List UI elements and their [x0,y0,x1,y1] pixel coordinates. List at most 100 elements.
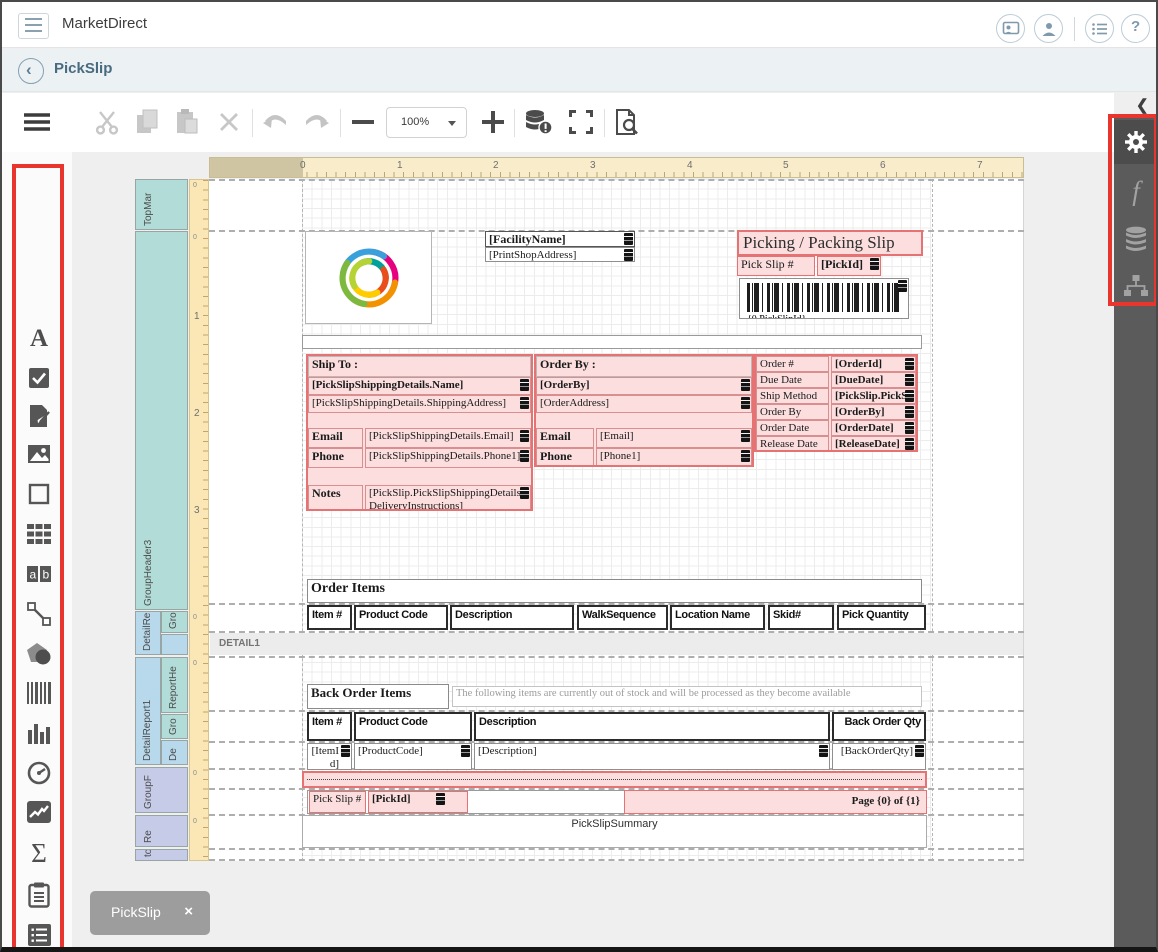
paste-icon [175,109,199,135]
band-report-footer[interactable]: Re [135,815,188,847]
pickslip-barcode[interactable]: {0.PickSlipId} [739,278,909,319]
order-info-value[interactable]: [OrderId] [831,356,916,372]
band-top-margin[interactable]: TopMar [135,179,188,230]
footer-pick-slip-label[interactable]: Pick Slip # [309,791,366,813]
ship-to-phone[interactable]: [PickSlipShippingDetails.Phone1] [365,448,531,468]
swirl-logo [323,234,415,322]
back-order-col[interactable]: Back Order Qty [832,712,926,741]
back-order-col[interactable]: Description [474,712,830,741]
account-button[interactable] [1034,14,1063,43]
close-icon[interactable]: × [184,903,193,920]
summary-label: PickSlipSummary [303,816,926,830]
back-order-title[interactable]: Back Order Items [307,684,449,709]
band-detail-sub1[interactable] [161,634,188,655]
ship-to-notes[interactable]: [PickSlip.PickSlipShippingDetails.Delive… [365,485,531,511]
app-menu-button[interactable] [18,13,49,39]
document-tab-pickslip[interactable]: PickSlip × [90,891,210,935]
band-detail-sub2[interactable]: De [161,740,188,765]
footer-page-number[interactable]: Page {0} of {1} [624,790,927,814]
help-button[interactable]: ? [1121,14,1150,43]
logo-picture-box[interactable] [305,231,432,324]
toolbar-divider [252,109,253,137]
band-group-footer[interactable]: GroupF [135,767,188,813]
page-title: PickSlip [54,60,112,77]
band-group-header3[interactable]: GroupHeader3 [135,231,188,610]
order-info-table[interactable]: Order # [OrderId] Due Date [DueDate] Shi… [754,354,918,452]
ship-to-name[interactable]: [PickSlipShippingDetails.Name] [308,377,531,395]
pick-slip-no-label[interactable]: Pick Slip # [737,256,815,276]
print-shop-address-field[interactable]: [PrintShopAddress] [485,247,635,262]
back-order-cell[interactable]: [BackOrderQty] [832,743,926,770]
order-items-col[interactable]: Pick Quantity [837,605,926,630]
zoom-out-button[interactable] [346,105,380,139]
order-items-col[interactable]: Product Code [354,605,448,630]
back-order-cell[interactable]: [ProductCode] [354,743,472,770]
band-detail-report[interactable]: DetailRe [135,611,161,655]
band-detail-report1[interactable]: DetailReport1 [135,657,161,765]
validate-data-button[interactable] [522,105,556,139]
ruler-mark: 1 [397,160,403,171]
toolbar-divider [604,109,605,137]
back-order-cell[interactable]: [Description] [474,743,830,770]
ruler-origin: 0 [193,818,197,825]
pick-id-field[interactable]: [PickId] [817,256,881,276]
order-info-value[interactable]: [PickSlip.PickSlipShippingDetails.ShipMe… [831,388,916,404]
order-items-col[interactable]: Description [450,605,574,630]
order-by-email[interactable]: [Email] [596,428,752,448]
order-items-col[interactable]: Skid# [768,605,834,630]
back-order-cell[interactable]: [ItemId] [307,743,352,770]
back-order-col[interactable]: Item # [307,712,352,741]
slip-title-label[interactable]: Picking / Packing Slip [737,230,923,256]
order-info-label: Release Date [756,436,829,452]
back-chevron-icon: ‹ [26,60,32,80]
order-by-email-label: Email [536,428,594,448]
back-order-note[interactable]: The following items are currently out of… [452,686,922,707]
field-binding-icon [905,374,914,386]
ship-to-email[interactable]: [PickSlipShippingDetails.Email] [365,428,531,448]
paste-button[interactable] [170,105,204,139]
order-info-value[interactable]: [OrderBy] [831,404,916,420]
back-order-col[interactable]: Product Code [354,712,472,741]
zoom-in-button[interactable] [476,105,510,139]
order-info-value[interactable]: [ReleaseDate] [831,436,916,452]
preview-button[interactable] [610,105,644,139]
redo-button[interactable] [300,105,334,139]
spacer-panel[interactable] [302,335,922,349]
order-items-title[interactable]: Order Items [307,579,922,603]
menu-list-button[interactable] [1085,14,1114,43]
screen-share-button[interactable] [996,14,1025,43]
ship-to-address[interactable]: [PickSlipShippingDetails.ShippingAddress… [308,395,531,413]
ship-to-table[interactable]: Ship To : [PickSlipShippingDetails.Name]… [306,354,533,511]
copy-button[interactable] [130,105,164,139]
footer-separator-bar[interactable] [302,771,927,788]
detail1-band-bar[interactable]: DETAIL1 [210,633,1023,655]
band-group-sub2[interactable]: Gro [161,714,188,739]
collapse-panel-chevron[interactable]: ❮ [1136,96,1149,114]
fit-page-button[interactable] [564,105,598,139]
order-by-phone-label: Phone [536,448,594,467]
back-button[interactable]: ‹ [18,58,44,84]
design-surface[interactable]: [FacilityName] [PrintShopAddress] Pickin… [209,179,1024,861]
order-info-value[interactable]: [OrderDate] [831,420,916,436]
band-group-sub1[interactable]: Gro [161,611,188,633]
delete-button[interactable] [212,105,246,139]
order-by-name[interactable]: [OrderBy] [536,377,752,395]
summary-panel[interactable]: PickSlipSummary [302,815,927,848]
chevron-down-icon [448,121,456,126]
order-by-table[interactable]: Order By : [OrderBy] [OrderAddress] Emai… [534,354,754,467]
order-info-value[interactable]: [DueDate] [831,372,916,388]
facility-name-field[interactable]: [FacilityName] [485,231,635,247]
order-items-col[interactable]: WalkSequence [577,605,668,630]
band-report-header[interactable]: ReportHe [161,657,188,713]
order-items-col[interactable]: Location Name [670,605,765,630]
order-items-col[interactable]: Item # [307,605,352,630]
undo-button[interactable] [258,105,292,139]
order-by-phone[interactable]: [Phone1] [596,448,752,467]
designer-menu-button[interactable] [20,105,54,139]
footer-pick-id[interactable]: [PickId] [368,791,468,813]
cut-button[interactable] [90,105,124,139]
band-bottom[interactable]: to [135,849,188,861]
order-by-address[interactable]: [OrderAddress] [536,395,752,413]
redo-icon [303,111,331,133]
zoom-level-select[interactable]: 100% [386,107,467,138]
